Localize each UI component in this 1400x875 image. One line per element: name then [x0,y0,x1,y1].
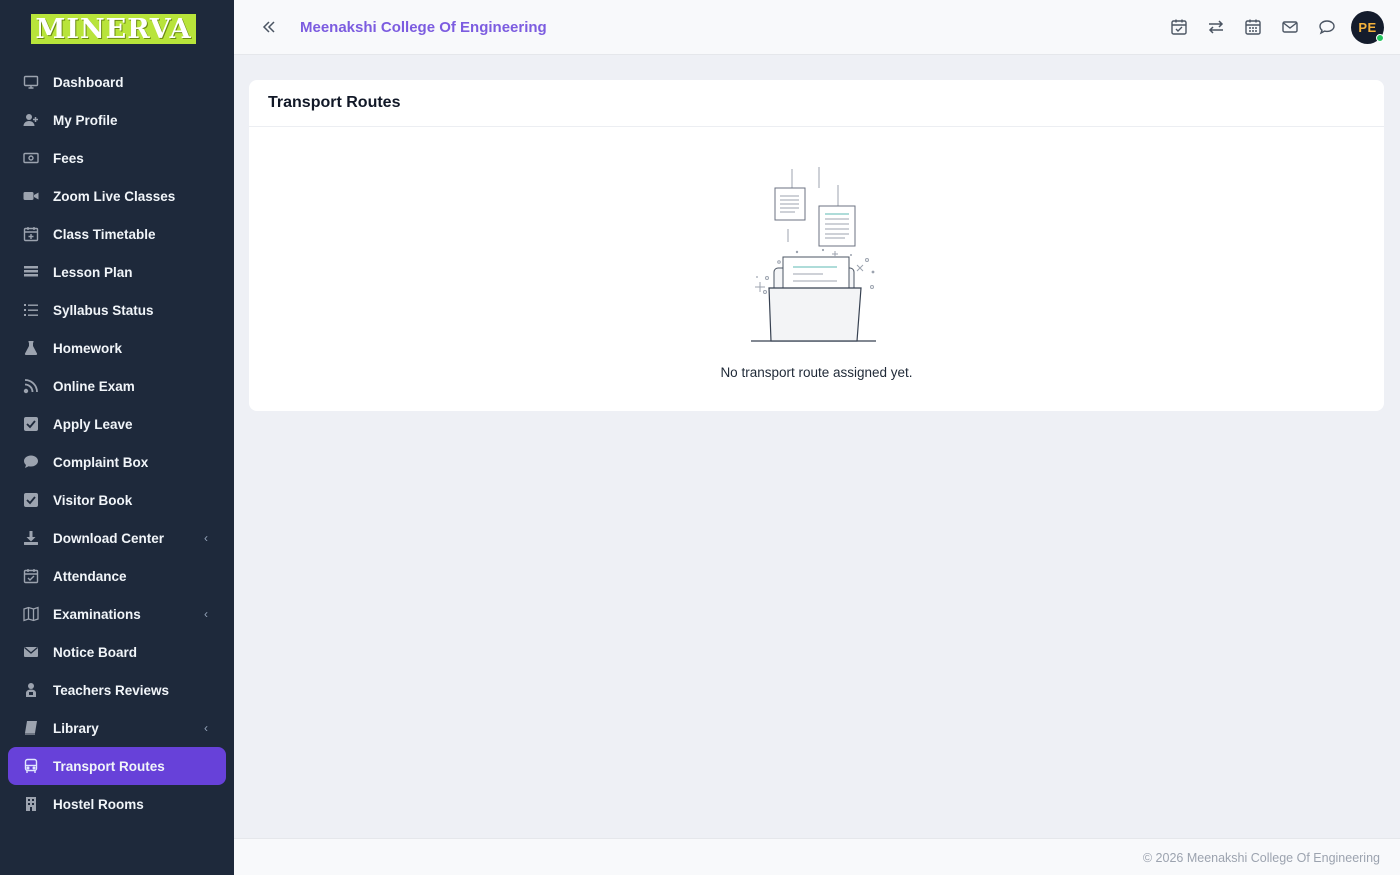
sidebar-item-label: My Profile [53,112,118,128]
video-icon [22,187,40,205]
list-lines-icon [22,263,40,281]
avatar-initials: PE [1358,20,1377,35]
money-icon [22,149,40,167]
calendar-icon[interactable] [1244,18,1262,36]
sidebar-item-transport-routes[interactable]: Transport Routes [8,747,226,785]
sidebar-item-dashboard[interactable]: Dashboard [8,63,226,101]
card-header: Transport Routes [249,80,1384,127]
collapse-sidebar-icon[interactable] [260,18,278,36]
user-avatar[interactable]: PE [1351,11,1384,44]
sidebar-item-homework[interactable]: Homework [8,329,226,367]
sidebar-item-label: Fees [53,150,84,166]
reviews-icon [22,681,40,699]
map-icon [22,605,40,623]
sidebar-item-label: Attendance [53,568,127,584]
user-plus-icon [22,111,40,129]
sidebar-item-lesson-plan[interactable]: Lesson Plan [8,253,226,291]
sidebar-item-teachers-reviews[interactable]: Teachers Reviews [8,671,226,709]
header-toolbar [1170,18,1336,36]
sidebar-item-hostel-rooms[interactable]: Hostel Rooms [8,785,226,823]
monitor-icon [22,73,40,91]
card-title: Transport Routes [268,94,401,111]
swap-arrows-icon[interactable] [1207,18,1225,36]
sidebar-item-label: Homework [53,340,123,356]
chevron-left-icon: ‹ [204,607,208,621]
brand-logo-text: MINERVA [35,13,192,45]
college-name[interactable]: Meenakshi College Of Engineering [300,19,547,36]
mail-icon[interactable] [1281,18,1299,36]
sidebar-item-notice-board[interactable]: Notice Board [8,633,226,671]
comment-icon [22,453,40,471]
sidebar-item-label: Zoom Live Classes [53,188,176,204]
sidebar-item-class-timetable[interactable]: Class Timetable [8,215,226,253]
calendar-check-icon[interactable] [1170,18,1188,36]
sidebar-item-complaint-box[interactable]: Complaint Box [8,443,226,481]
sidebar-item-label: Notice Board [53,644,138,660]
bus-icon [22,757,40,775]
chevron-left-icon: ‹ [204,721,208,735]
chevron-left-icon: ‹ [204,531,208,545]
sidebar-item-my-profile[interactable]: My Profile [8,101,226,139]
sidebar: MINERVA Dashboard My Profile Fees Zoom L… [0,0,234,875]
book-icon [22,719,40,737]
online-status-dot [1376,34,1384,42]
sidebar-item-fees[interactable]: Fees [8,139,226,177]
sidebar-item-label: Syllabus Status [53,302,154,318]
sidebar-item-label: Online Exam [53,378,135,394]
sidebar-item-label: Download Center [53,530,165,546]
sidebar-item-label: Complaint Box [53,454,149,470]
calendar-plus-icon [22,225,40,243]
sidebar-item-download-center[interactable]: Download Center ‹ [8,519,226,557]
download-icon [22,529,40,547]
sidebar-item-label: Library [53,720,99,736]
sidebar-item-syllabus-status[interactable]: Syllabus Status [8,291,226,329]
list-ol-icon [22,301,40,319]
check-square-icon [22,415,40,433]
check-square-icon [22,491,40,509]
sidebar-nav: Dashboard My Profile Fees Zoom Live Clas… [8,63,226,823]
top-header: Meenakshi College Of Engineering PE [234,0,1400,55]
sidebar-item-label: Hostel Rooms [53,796,144,812]
calendar-check-icon [22,567,40,585]
copyright-text: © 2026 Meenakshi College Of Engineering [1142,851,1380,865]
sidebar-item-label: Transport Routes [53,758,165,774]
sidebar-item-label: Apply Leave [53,416,133,432]
empty-folder-illustration [751,167,876,342]
sidebar-item-visitor-book[interactable]: Visitor Book [8,481,226,519]
sidebar-item-label: Lesson Plan [53,264,133,280]
sidebar-item-library[interactable]: Library ‹ [8,709,226,747]
sidebar-item-apply-leave[interactable]: Apply Leave [8,405,226,443]
chat-bubble-icon[interactable] [1318,18,1336,36]
sidebar-item-online-exam[interactable]: Online Exam [8,367,226,405]
sidebar-item-label: Visitor Book [53,492,133,508]
sidebar-item-label: Dashboard [53,74,124,90]
sidebar-item-attendance[interactable]: Attendance [8,557,226,595]
empty-state-message: No transport route assigned yet. [720,365,913,380]
sidebar-item-label: Examinations [53,606,141,622]
sidebar-item-examinations[interactable]: Examinations ‹ [8,595,226,633]
sidebar-item-label: Class Timetable [53,226,156,242]
sidebar-item-label: Teachers Reviews [53,682,170,698]
building-icon [22,795,40,813]
rss-icon [22,377,40,395]
sidebar-item-zoom-live-classes[interactable]: Zoom Live Classes [8,177,226,215]
brand-logo[interactable]: MINERVA [31,13,196,45]
page-footer: © 2026 Meenakshi College Of Engineering [234,838,1400,875]
envelope-icon [22,643,40,661]
flask-icon [22,339,40,357]
transport-routes-card: Transport Routes No transport route assi… [249,80,1384,411]
